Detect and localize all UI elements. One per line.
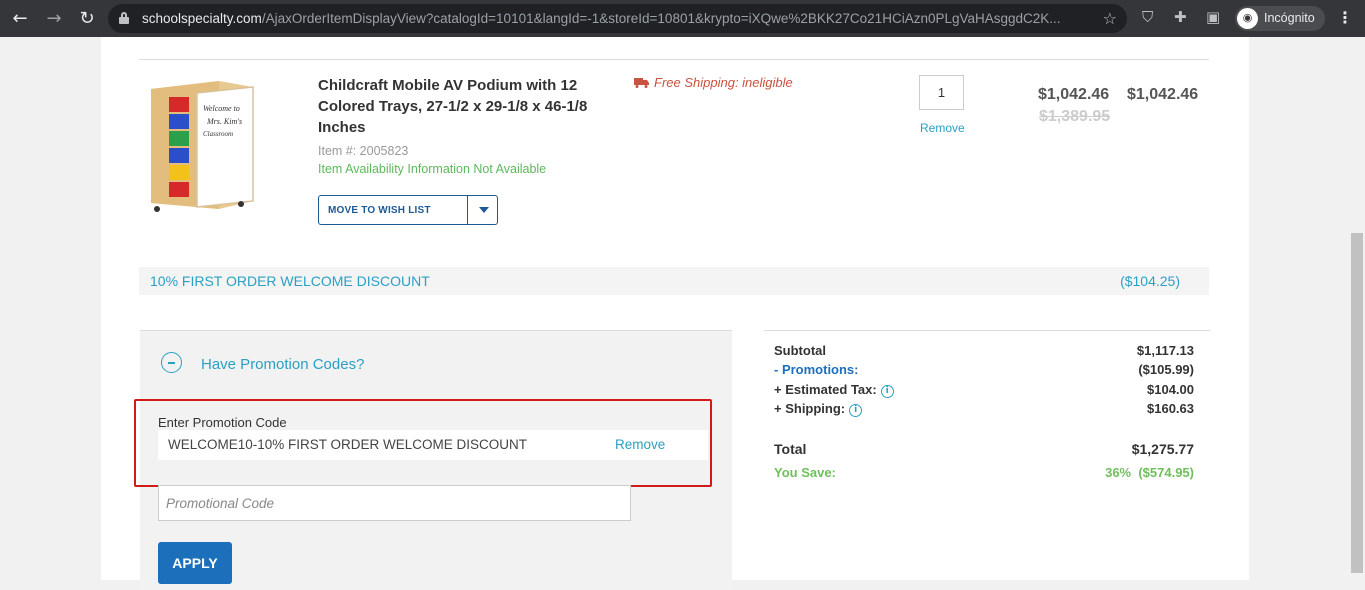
tax-value: $104.00 <box>1147 382 1194 397</box>
shipping-text: Free Shipping: ineligible <box>654 75 793 90</box>
star-icon[interactable]: ☆ <box>1103 9 1117 28</box>
whiteboard-text: Classroom <box>203 130 233 138</box>
availability-status: Item Availability Information Not Availa… <box>318 162 547 176</box>
address-bar[interactable]: schoolspecialty.com/AjaxOrderItemDisplay… <box>108 4 1127 33</box>
item-number: Item #: 2005823 <box>318 144 409 158</box>
discount-row: 10% FIRST ORDER WELCOME DISCOUNT ($104.2… <box>139 267 1209 295</box>
profile-label: Incógnito <box>1264 11 1315 25</box>
whiteboard-text: Mrs. Kim's <box>206 117 242 126</box>
incognito-profile[interactable]: ◉ Incógnito <box>1235 6 1325 31</box>
chevron-down-icon[interactable] <box>479 207 489 213</box>
quantity-input[interactable]: 1 <box>919 75 964 110</box>
line-total: $1,042.46 <box>1127 86 1199 103</box>
shipping-status: Free Shipping: ineligible <box>634 75 793 90</box>
promotions-value: ($105.99) <box>1138 362 1194 377</box>
savings-value: 36% ($574.95) <box>1105 465 1194 480</box>
incognito-icon: ◉ <box>1237 8 1258 29</box>
shipping-label: + Shipping: <box>774 401 846 416</box>
button-separator <box>467 196 468 224</box>
sidebar-icon[interactable]: ▣ <box>1206 8 1220 26</box>
discount-name: 10% FIRST ORDER WELCOME DISCOUNT <box>150 273 430 289</box>
subtotal-label: Subtotal <box>774 343 826 358</box>
truck-icon <box>634 78 649 88</box>
forward-arrow-icon[interactable]: → <box>41 6 67 32</box>
puzzle-icon[interactable]: ✚ <box>1174 8 1187 26</box>
savings-label: You Save: <box>774 465 836 480</box>
apply-button[interactable]: APPLY <box>158 542 232 584</box>
url-text[interactable]: schoolspecialty.com/AjaxOrderItemDisplay… <box>142 11 1097 26</box>
promotions-label[interactable]: - Promotions: <box>774 362 859 377</box>
lock-icon[interactable] <box>119 12 129 24</box>
collapse-icon[interactable] <box>161 352 182 373</box>
promotion-panel: Have Promotion Codes? Enter Promotion Co… <box>134 330 732 590</box>
info-icon[interactable]: i <box>880 385 894 398</box>
wish-list-label[interactable]: MOVE TO WISH LIST <box>328 205 431 216</box>
browser-toolbar: ← → ↻ schoolspecialty.com/AjaxOrderItemD… <box>0 0 1365 37</box>
divider <box>139 59 1209 60</box>
shield-icon[interactable]: ⛉ <box>1142 8 1153 26</box>
highlight-box <box>134 399 712 487</box>
tax-label: + Estimated Tax: <box>774 382 877 397</box>
cart-page: Welcome to Mrs. Kim's Classroom Childcra… <box>101 37 1249 590</box>
shipping-value: $160.63 <box>1147 401 1194 416</box>
subtotal-value: $1,117.13 <box>1136 343 1194 358</box>
total-value: $1,275.77 <box>1131 441 1194 457</box>
move-to-wish-list-button[interactable]: MOVE TO WISH LIST <box>318 195 498 225</box>
reload-icon[interactable]: ↻ <box>74 6 100 32</box>
original-price: $1,389.95 <box>1039 108 1111 125</box>
product-title[interactable]: Childcraft Mobile AV Podium with 12 Colo… <box>318 75 588 138</box>
whiteboard-text: Welcome to <box>203 104 240 113</box>
discount-amount: ($104.25) <box>1120 273 1180 289</box>
order-summary: Subtotal $1,117.13 - Promotions: ($105.9… <box>764 330 1210 480</box>
info-icon[interactable]: i <box>849 404 863 417</box>
promo-toggle[interactable]: Have Promotion Codes? <box>201 356 364 373</box>
remove-item-link[interactable]: Remove <box>920 121 965 135</box>
promo-code-input[interactable] <box>158 485 631 521</box>
back-arrow-icon[interactable]: ← <box>7 6 33 32</box>
more-icon[interactable]: ⋮ <box>1337 8 1353 27</box>
unit-price: $1,042.46 <box>1038 86 1110 103</box>
product-image[interactable]: Welcome to Mrs. Kim's Classroom <box>145 77 257 217</box>
total-label: Total <box>774 441 807 457</box>
scrollbar-thumb[interactable] <box>1351 233 1363 573</box>
